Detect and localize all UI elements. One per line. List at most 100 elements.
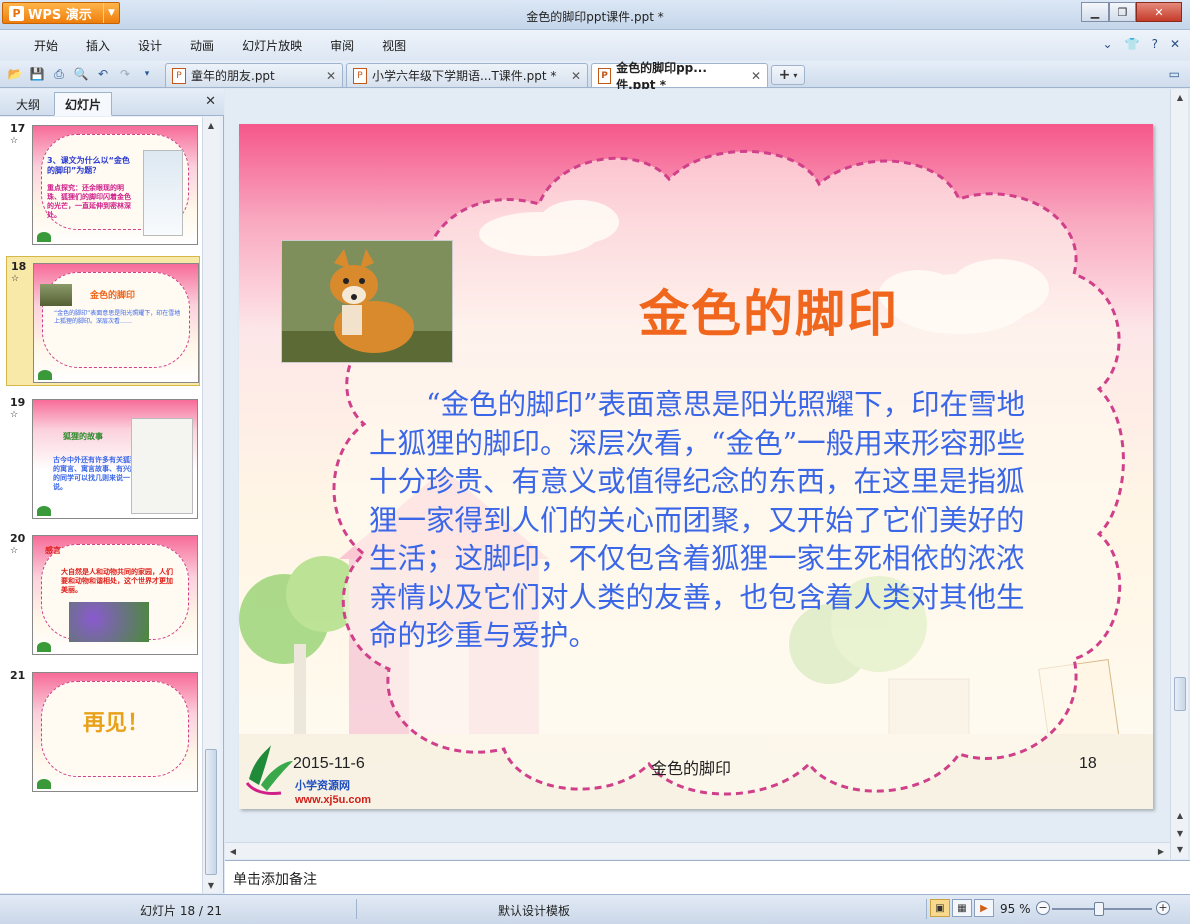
minimize-button[interactable]: ▁ <box>1081 2 1109 22</box>
slide-horizontal-scrollbar[interactable]: ◀ ▶ <box>225 842 1170 859</box>
slide-number: 19 ☆ <box>10 396 26 421</box>
close-icon: ✕ <box>1154 5 1164 19</box>
doc-tab-1[interactable]: P 童年的朋友.ppt ✕ <box>165 63 343 87</box>
close-tab-icon[interactable]: ✕ <box>326 69 336 83</box>
save-icon[interactable]: 💾 <box>28 65 46 83</box>
slide-title[interactable]: 金色的脚印 <box>559 274 979 346</box>
scroll-right-icon[interactable]: ▶ <box>1153 843 1169 859</box>
menu-start[interactable]: 开始 <box>20 37 72 54</box>
menu-insert[interactable]: 插入 <box>72 37 124 54</box>
fox-image <box>40 284 72 306</box>
current-slide[interactable]: 金色的脚印 “金色的脚印”表面意思是阳光照耀下，印在雪地上狐狸的脚印。深层次看，… <box>239 124 1153 809</box>
slide-thumbnail-list: 17 ☆ 3、课文为什么以“金色的脚印”为题？ 重点探究：还余眼现的明珠、狐狸们的… <box>0 117 202 893</box>
customize-toolbar-icon[interactable]: ▾ <box>138 65 156 83</box>
slide-number: 20 ☆ <box>10 532 26 557</box>
site-logo-text: 小学资源网 <box>294 778 350 792</box>
open-folder-icon[interactable]: 📂 <box>6 65 24 83</box>
slide-preview: 再见！ <box>32 672 198 792</box>
squirrel-image <box>131 418 193 514</box>
zoom-level: 95 % <box>1000 902 1031 916</box>
maximize-button[interactable]: ❐ <box>1109 2 1136 22</box>
status-bar: 幻灯片 18 / 21 默认设计模板 ▣ ▦ ▶ 95 % − + <box>0 894 1190 924</box>
ppt-file-icon: P <box>353 67 367 84</box>
close-tab-icon[interactable]: ✕ <box>571 69 581 83</box>
layout-toggle-icon[interactable]: ▭ <box>1169 67 1180 81</box>
chevron-down-icon[interactable]: ⌄ <box>1103 37 1113 51</box>
doc-tab-2[interactable]: P 小学六年级下学期语...T课件.ppt * ✕ <box>346 63 588 87</box>
slide-preview: 3、课文为什么以“金色的脚印”为题？ 重点探究：还余眼现的明珠、狐狸们的脚印闪着… <box>32 125 198 245</box>
restore-icon: ❐ <box>1117 5 1128 19</box>
close-panel-icon[interactable]: ✕ <box>205 94 216 109</box>
scroll-down-icon[interactable]: ▼ <box>1172 841 1188 857</box>
zoom-slider-handle[interactable] <box>1094 902 1104 916</box>
ppt-file-icon: P <box>172 67 186 84</box>
scroll-down-icon[interactable]: ▼ <box>203 877 219 893</box>
slide-number: 17 ☆ <box>10 122 26 147</box>
slide-footer-date[interactable]: 2015-11-6 <box>293 755 365 773</box>
scroll-up-icon[interactable]: ▲ <box>1172 89 1188 105</box>
slide-vertical-scrollbar[interactable]: ▲ ▲ ▼ ▼ <box>1170 89 1188 859</box>
notes-pane[interactable]: 单击添加备注 <box>225 860 1190 894</box>
slide-thumbnail-19[interactable]: 19 ☆ 狐狸的故事 古今中外还有许多有关狐狸的寓言、寓言故事、有兴趣的同学可以找… <box>6 393 200 523</box>
print-preview-icon[interactable]: 🔍 <box>72 65 90 83</box>
slide-page-number[interactable]: 18 <box>1079 755 1097 773</box>
doc-tab-label: 金色的脚印pp...件.ppt * <box>616 60 707 92</box>
new-tab-button[interactable]: + ▾ <box>771 65 805 85</box>
scroll-up-icon[interactable]: ▲ <box>1172 807 1188 823</box>
undo-icon[interactable]: ↶ <box>94 65 112 83</box>
scroll-up-icon[interactable]: ▲ <box>203 117 219 133</box>
close-tab-icon[interactable]: ✕ <box>751 69 761 83</box>
slide-counter: 幻灯片 18 / 21 <box>140 904 223 918</box>
scroll-down-icon[interactable]: ▼ <box>1172 825 1188 841</box>
slide-thumbnail-17[interactable]: 17 ☆ 3、课文为什么以“金色的脚印”为题？ 重点探究：还余眼现的明珠、狐狸们的… <box>6 119 200 249</box>
ppt-file-icon: P <box>598 67 612 84</box>
slide-number: 18 ☆ <box>11 260 27 285</box>
zoom-out-button[interactable]: − <box>1036 901 1050 915</box>
zoom-in-button[interactable]: + <box>1156 901 1170 915</box>
slide-sorter-button[interactable]: ▦ <box>952 899 972 917</box>
slide-footer-title[interactable]: 金色的脚印 <box>651 755 731 779</box>
redo-icon[interactable]: ↷ <box>116 65 134 83</box>
close-icon[interactable]: ✕ <box>1170 37 1180 51</box>
print-icon[interactable]: ⎙ <box>50 65 68 83</box>
menu-animation[interactable]: 动画 <box>176 37 228 54</box>
doc-tab-3[interactable]: P 金色的脚印pp...件.ppt * ✕ <box>591 61 768 92</box>
site-url-text: www.xj5u.com <box>294 794 371 806</box>
thumb-text: 重点探究：还余眼现的明珠、狐狸们的脚印闪着金色的光芒，一直延伸到密林深处。 <box>47 184 131 219</box>
site-logo: 小学资源网 www.xj5u.com <box>241 739 391 809</box>
menu-slideshow[interactable]: 幻灯片放映 <box>228 37 316 54</box>
scroll-left-icon[interactable]: ◀ <box>225 843 241 859</box>
grid-icon: ▦ <box>957 902 967 914</box>
thumb-text: 古今中外还有许多有关狐狸的寓言、寓言故事、有兴趣的同学可以找几则来说一说。 <box>53 456 137 491</box>
menu-view[interactable]: 视图 <box>368 37 420 54</box>
slide-body-text[interactable]: “金色的脚印”表面意思是阳光照耀下，印在雪地上狐狸的脚印。深层次看，“金色”一般… <box>369 386 1041 656</box>
menu-design[interactable]: 设计 <box>124 37 176 54</box>
scrollbar-thumb[interactable] <box>205 749 217 875</box>
thumb-title: 金色的脚印 <box>90 291 136 301</box>
slide-number: 21 <box>10 669 26 682</box>
menu-review[interactable]: 审阅 <box>316 37 368 54</box>
slide-thumbnail-21[interactable]: 21 再见！ <box>6 666 200 796</box>
thumb-title: 再见！ <box>83 711 150 736</box>
skin-icon[interactable]: 👕 <box>1125 37 1140 51</box>
normal-view-button[interactable]: ▣ <box>930 899 950 917</box>
slide-preview: 狐狸的故事 古今中外还有许多有关狐狸的寓言、寓言故事、有兴趣的同学可以找几则来说… <box>32 399 198 519</box>
close-window-button[interactable]: ✕ <box>1136 2 1182 22</box>
thumb-text: 大自然是人和动物共同的家园，人们要和动物和谐相处，这个世界才更加美丽。 <box>61 568 173 594</box>
notes-placeholder[interactable]: 单击添加备注 <box>233 869 317 889</box>
slide-thumbnail-20[interactable]: 20 ☆ 感言 大自然是人和动物共同的家园，人们要和动物和谐相处，这个世界才更加美… <box>6 529 200 659</box>
minimize-icon: ▁ <box>1090 5 1100 19</box>
design-template-label[interactable]: 默认设计模板 <box>498 902 570 919</box>
slideshow-button[interactable]: ▶ <box>974 899 994 917</box>
document-tab-bar: 📂 💾 ⎙ 🔍 ↶ ↷ ▾ P 童年的朋友.ppt ✕ P 小学六年级下学期语.… <box>0 61 1190 92</box>
panel-scrollbar[interactable]: ▲ ▼ <box>202 117 219 893</box>
slide-thumbnail-18[interactable]: 18 ☆ 金色的脚印 “金色的脚印”表面意思是阳光照耀下，印在雪地上狐狸的脚印。深… <box>6 256 200 386</box>
help-icon[interactable]: ? <box>1152 37 1158 51</box>
window-title: 金色的脚印ppt课件.ppt * <box>526 10 664 24</box>
slide-preview: 金色的脚印 “金色的脚印”表面意思是阳光照耀下，印在雪地上狐狸的脚印。深层次看…… <box>33 263 199 383</box>
tab-slides[interactable]: 幻灯片 <box>54 92 113 116</box>
thumb-text: “金色的脚印”表面意思是阳光照耀下，印在雪地上狐狸的脚印。深层次看…… <box>54 310 181 325</box>
scrollbar-thumb[interactable] <box>1174 677 1186 711</box>
tab-outline[interactable]: 大纲 <box>6 92 50 116</box>
panel-tabs: 大纲 幻灯片 ✕ <box>0 89 224 116</box>
